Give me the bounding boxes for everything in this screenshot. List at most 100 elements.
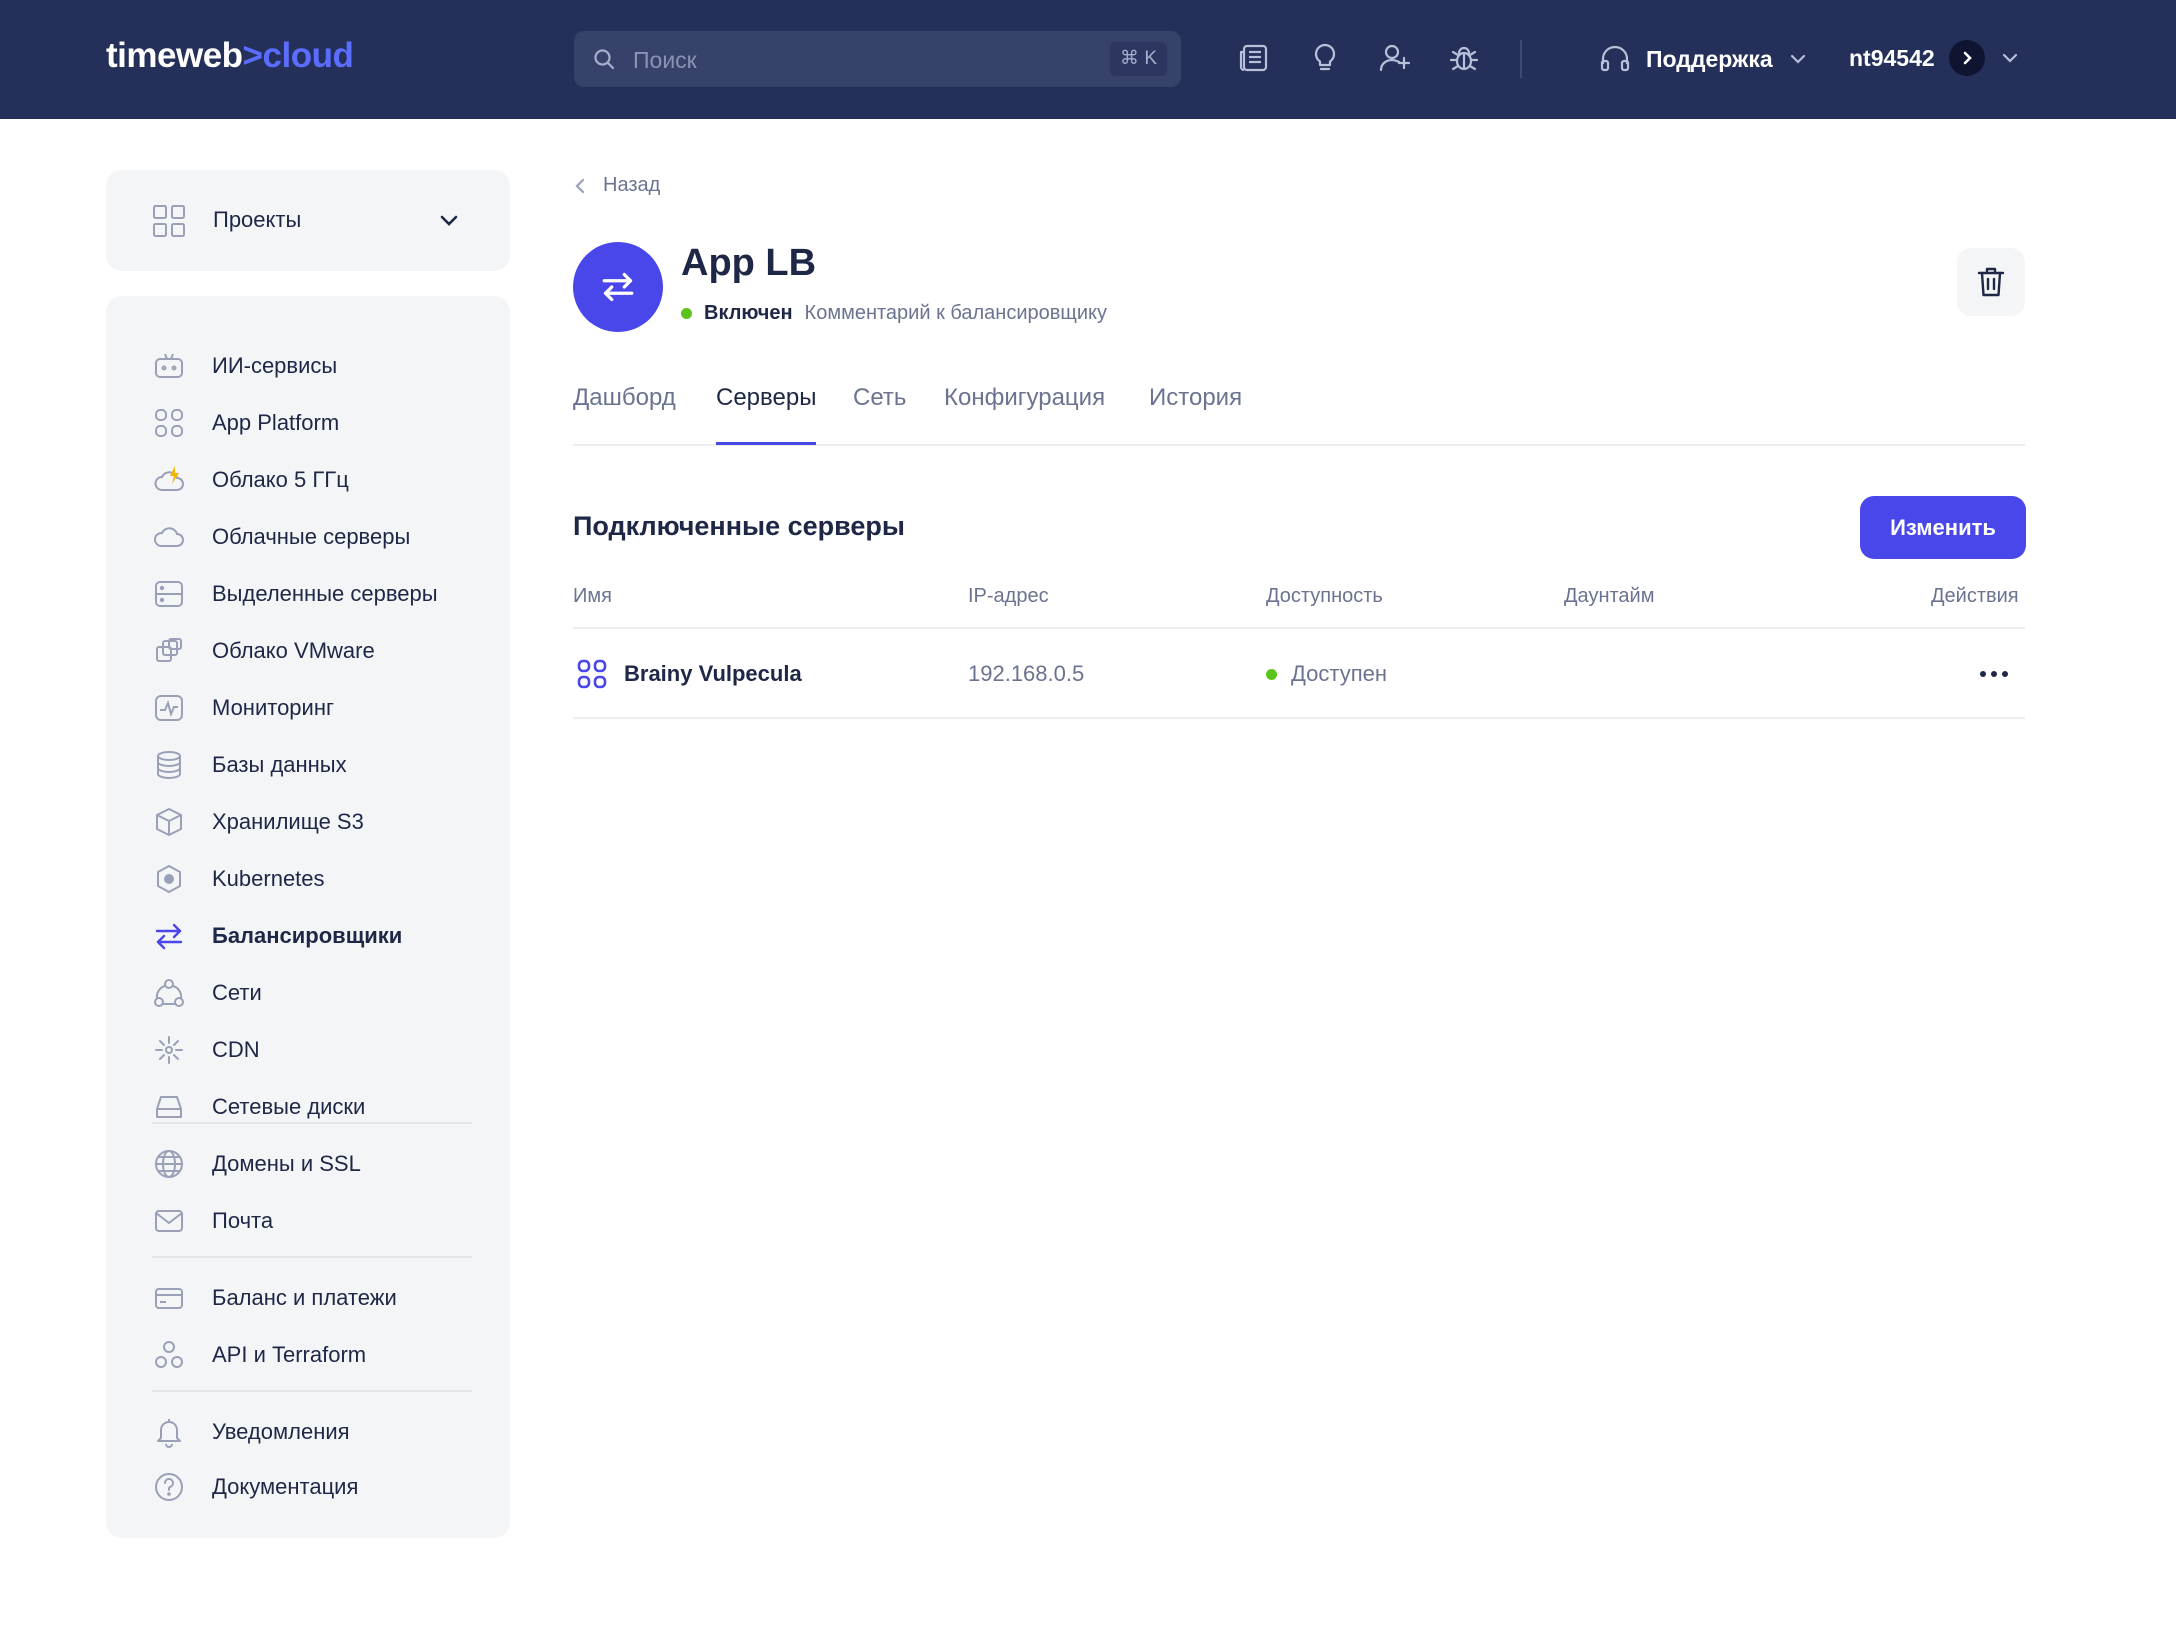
tab-network[interactable]: Сеть [853, 384, 906, 412]
sidebar-item-cdn[interactable]: CDN [152, 1030, 482, 1070]
sidebar-item-notifications[interactable]: Уведомления [152, 1412, 482, 1452]
top-navbar: timeweb>cloud Поиск ⌘ K Поддержка nt9454… [0, 0, 2176, 119]
sidebar-item-ai-services[interactable]: ИИ-сервисы [152, 346, 482, 386]
sidebar-item-networks[interactable]: Сети [152, 973, 482, 1013]
mail-icon [152, 1204, 186, 1238]
table-header-divider [573, 627, 2025, 629]
bell-icon [152, 1415, 186, 1449]
sidebar: ИИ-сервисы App Platform Облако 5 ГГц Обл… [106, 296, 510, 1538]
balancer-icon [152, 919, 186, 953]
search-input[interactable]: Поиск ⌘ K [574, 31, 1181, 87]
chevron-down-icon [2002, 53, 2017, 63]
projects-grid-icon [153, 205, 185, 237]
server-availability: Доступен [1266, 661, 1387, 687]
sidebar-item-api[interactable]: API и Terraform [152, 1335, 482, 1375]
projects-selector[interactable]: Проекты [106, 170, 510, 271]
sidebar-item-billing[interactable]: Баланс и платежи [152, 1278, 482, 1318]
sidebar-item-dedicated-servers[interactable]: Выделенные серверы [152, 574, 482, 614]
cdn-icon [152, 1033, 186, 1067]
tab-bar: Дашборд Серверы Сеть Конфигурация Истори… [573, 384, 2025, 446]
server-icon [152, 577, 186, 611]
kubernetes-icon [152, 862, 186, 896]
server-ip: 192.168.0.5 [968, 661, 1085, 686]
header-divider [1520, 40, 1522, 78]
bug-icon[interactable] [1446, 40, 1482, 76]
disk-icon [152, 1090, 186, 1124]
column-header-availability[interactable]: Доступность [1266, 585, 1383, 608]
table-row-divider [573, 717, 2025, 719]
edit-button[interactable]: Изменить [1860, 496, 2026, 559]
more-actions-icon[interactable] [1976, 658, 2012, 690]
server-name[interactable]: Brainy Vulpecula [624, 661, 802, 687]
chevron-down-icon [440, 215, 458, 226]
column-header-ip[interactable]: IP-адрес [968, 585, 1049, 608]
status-badge: Включен [704, 302, 793, 324]
card-icon [152, 1281, 186, 1315]
lightbulb-icon[interactable] [1307, 40, 1343, 76]
sidebar-divider [152, 1122, 472, 1124]
sidebar-item-app-platform[interactable]: App Platform [152, 403, 482, 443]
news-icon[interactable] [1236, 40, 1272, 76]
balancer-icon [602, 272, 634, 302]
search-placeholder: Поиск [633, 47, 697, 73]
sidebar-item-mail[interactable]: Почта [152, 1201, 482, 1241]
back-link[interactable]: Назад [573, 174, 660, 197]
monitoring-icon [152, 691, 186, 725]
trash-icon [1977, 267, 2005, 297]
sidebar-item-databases[interactable]: Базы данных [152, 745, 482, 785]
search-icon [594, 49, 615, 70]
tab-configuration[interactable]: Конфигурация [944, 384, 1105, 412]
headset-icon [1600, 45, 1630, 72]
section-title: Подключенные серверы [573, 511, 905, 541]
sidebar-item-s3[interactable]: Хранилище S3 [152, 802, 482, 842]
sidebar-item-vmware[interactable]: Облако VMware [152, 631, 482, 671]
account-arrow-icon[interactable] [1948, 40, 1985, 76]
username: nt94542 [1849, 44, 1935, 71]
column-header-downtime[interactable]: Даунтайм [1564, 585, 1654, 608]
sidebar-item-monitoring[interactable]: Мониторинг [152, 688, 482, 728]
chevron-left-icon [575, 178, 585, 193]
cube-icon [152, 805, 186, 839]
sidebar-item-cloud-servers[interactable]: Облачные серверы [152, 517, 482, 557]
sidebar-divider [152, 1256, 472, 1258]
chevron-down-icon [1790, 54, 1805, 64]
active-tab-indicator [716, 442, 816, 445]
tab-dashboard[interactable]: Дашборд [573, 384, 676, 412]
tab-servers[interactable]: Серверы [716, 384, 816, 412]
sidebar-item-balancers[interactable]: Балансировщики [152, 916, 482, 956]
column-header-actions: Действия [1931, 585, 2019, 607]
status-line: Включен Комментарий к балансировщику [681, 302, 1107, 325]
balancer-avatar [573, 242, 663, 332]
apps-grid-icon [152, 406, 186, 440]
page-title: App LB [681, 242, 817, 284]
search-shortcut: ⌘ K [1110, 42, 1167, 76]
projects-label: Проекты [213, 207, 302, 232]
sidebar-item-domains[interactable]: Домены и SSL [152, 1144, 482, 1184]
availability-dot [1266, 668, 1277, 680]
balancer-comment[interactable]: Комментарий к балансировщику [805, 302, 1107, 325]
sidebar-item-documentation[interactable]: Документация [152, 1467, 482, 1507]
add-user-icon[interactable] [1377, 40, 1413, 76]
tab-history[interactable]: История [1149, 384, 1242, 412]
support-menu[interactable]: Поддержка [1598, 40, 1809, 78]
cloud-bolt-icon [152, 463, 186, 497]
status-dot [681, 308, 692, 319]
globe-icon [152, 1147, 186, 1181]
user-menu[interactable]: nt94542 [1849, 38, 2021, 78]
database-icon [152, 748, 186, 782]
logo[interactable]: timeweb>cloud [106, 36, 354, 76]
app-server-icon [577, 659, 607, 689]
column-header-name[interactable]: Имя [573, 585, 612, 608]
sidebar-divider [152, 1390, 472, 1392]
api-icon [152, 1338, 186, 1372]
vmware-icon [152, 634, 186, 668]
sidebar-item-network-disks[interactable]: Сетевые диски [152, 1087, 482, 1127]
cloud-icon [152, 520, 186, 554]
sidebar-item-kubernetes[interactable]: Kubernetes [152, 859, 482, 899]
help-icon [152, 1470, 186, 1504]
robot-icon [152, 349, 186, 383]
support-label: Поддержка [1646, 45, 1773, 72]
network-icon [152, 976, 186, 1010]
delete-button[interactable] [1957, 248, 2025, 316]
sidebar-item-cloud-5ghz[interactable]: Облако 5 ГГц [152, 460, 482, 500]
